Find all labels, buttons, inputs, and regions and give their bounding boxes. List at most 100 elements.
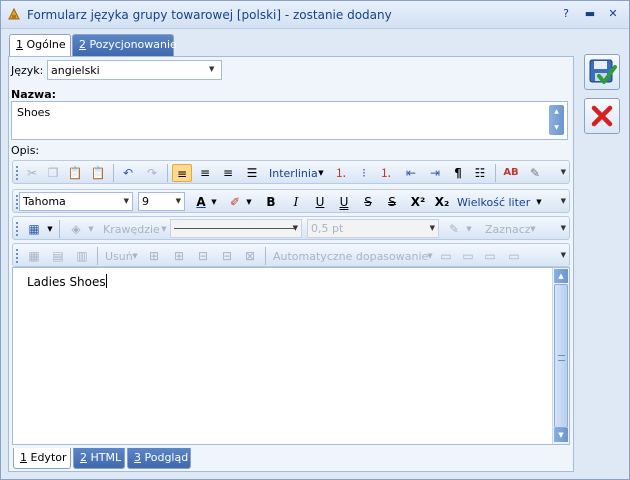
chevron-down-icon: ▼ [175, 197, 181, 205]
rich-text-editor[interactable]: Ladies Shoes ▲ ▼ [12, 267, 570, 445]
toolbar-grip[interactable] [16, 222, 19, 236]
scroll-thumb[interactable] [554, 284, 568, 428]
shading-icon[interactable]: ◈ [67, 220, 85, 238]
text-case-dropdown[interactable]: Wielkość liter [457, 196, 530, 209]
cell-properties-icon[interactable]: ▭ [506, 247, 522, 265]
scroll-up-icon[interactable]: ▲ [554, 269, 568, 283]
editor-scrollbar[interactable]: ▲ ▼ [552, 268, 569, 444]
italic-button[interactable]: I [288, 193, 304, 211]
autofit-dropdown[interactable]: Automatyczne dopasowanie [273, 250, 428, 263]
paragraph-settings-icon[interactable]: ☷ [471, 164, 489, 182]
chevron-down-icon[interactable]: ▼ [561, 224, 566, 232]
chevron-down-icon[interactable]: ▼ [245, 193, 253, 211]
font-size-select[interactable]: 9 ▼ [138, 192, 185, 211]
border-line-sample [174, 228, 294, 229]
increase-indent-icon[interactable]: ⇥ [426, 164, 444, 182]
cell-align-bottom-icon[interactable]: ▭ [482, 247, 498, 265]
help-button[interactable]: ? [557, 5, 575, 23]
select-dropdown[interactable]: Zaznacz [485, 223, 531, 236]
cell-align-top-icon[interactable]: ▭ [438, 247, 454, 265]
chevron-down-icon[interactable]: ▼ [46, 220, 54, 238]
chevron-down-icon: ▼ [209, 65, 215, 73]
tab-editor[interactable]: 1 Edytor [13, 448, 71, 469]
border-width-select[interactable]: 0,5 pt ▼ [307, 219, 439, 238]
chevron-down-icon[interactable]: ▼ [529, 220, 537, 238]
underline-button[interactable]: U [312, 193, 328, 211]
pen-color-icon[interactable]: ✎ [445, 220, 463, 238]
chevron-down-icon[interactable]: ▼ [317, 164, 325, 182]
align-center-icon[interactable]: ≡ [196, 164, 214, 182]
chevron-down-icon[interactable]: ▼ [160, 220, 168, 238]
double-strikethrough-button[interactable]: S [384, 193, 400, 211]
strikethrough-button[interactable]: S [360, 193, 376, 211]
spellcheck-icon[interactable]: AB [501, 164, 521, 182]
numbered-list-icon[interactable]: ⒈ [332, 164, 350, 182]
delete-dropdown[interactable]: Usuń [105, 250, 133, 263]
scroll-down-icon[interactable]: ▼ [554, 428, 568, 442]
line-spacing-dropdown[interactable]: Interlinia [269, 167, 318, 180]
tab-preview-label: Podgląd [141, 451, 189, 464]
undo-icon[interactable]: ↶ [119, 164, 137, 182]
bold-button[interactable]: B [263, 193, 279, 211]
decrease-indent-icon[interactable]: ⇤ [402, 164, 420, 182]
superscript-button[interactable]: X² [408, 193, 428, 211]
name-scrollbar[interactable]: ▲ ▼ [549, 105, 564, 135]
highlight-icon[interactable]: ✐ [226, 193, 244, 211]
multilevel-list-icon[interactable]: ⒈ [377, 164, 395, 182]
insert-row-below-icon[interactable]: ⊞ [170, 247, 188, 265]
toolbar-separator [97, 247, 98, 265]
tab-positioning[interactable]: 2 Pozycjonowanie [72, 34, 177, 56]
chevron-down-icon[interactable]: ▼ [561, 168, 566, 176]
insert-row-above-icon[interactable]: ⊞ [145, 247, 163, 265]
toolbar-grip[interactable] [16, 249, 19, 263]
chevron-down-icon[interactable]: ▼ [561, 197, 566, 205]
tab-general[interactable]: 1 Ogólne [9, 34, 71, 57]
cancel-button[interactable] [584, 98, 620, 134]
font-color-icon[interactable]: A [193, 193, 209, 211]
table-icon[interactable]: ▦ [25, 220, 43, 238]
eraser-icon[interactable]: ✎ [526, 164, 544, 182]
cut-icon[interactable]: ✂ [23, 164, 41, 182]
subscript-button[interactable]: X₂ [432, 193, 452, 211]
tab-positioning-key: 2 [79, 38, 86, 51]
chevron-down-icon[interactable]: ▼ [535, 193, 543, 211]
save-button[interactable] [584, 54, 620, 90]
font-family-select[interactable]: Tahoma ▼ [19, 192, 133, 211]
tab-html[interactable]: 2 HTML [73, 448, 125, 469]
redo-icon[interactable]: ↷ [143, 164, 161, 182]
window-title: Formularz języka grupy towarowej [polski… [27, 8, 392, 22]
language-select[interactable]: angielski ▼ [47, 60, 222, 80]
copy-icon[interactable]: ❐ [44, 164, 62, 182]
chevron-down-icon[interactable]: ▼ [561, 251, 566, 259]
pilcrow-icon[interactable]: ¶ [450, 164, 466, 182]
split-cells-icon[interactable]: ▥ [73, 247, 91, 265]
double-underline-button[interactable]: U [336, 193, 352, 211]
scroll-down-icon[interactable]: ▼ [552, 125, 561, 131]
scroll-up-icon[interactable]: ▲ [552, 109, 561, 115]
cell-split-icon[interactable]: ⊠ [241, 247, 259, 265]
font-family-value: Tahoma [23, 195, 66, 208]
border-style-select[interactable]: ▼ [170, 219, 302, 238]
insert-column-right-icon[interactable]: ⊟ [218, 247, 236, 265]
merge-cells-icon[interactable]: ▤ [49, 247, 67, 265]
toolbar-grip[interactable] [16, 166, 19, 180]
close-button[interactable]: ✕ [604, 5, 622, 23]
align-right-icon[interactable]: ≡ [219, 164, 237, 182]
chevron-down-icon[interactable]: ▼ [131, 247, 139, 265]
bulleted-list-icon[interactable]: ⁝ [355, 164, 373, 182]
insert-column-left-icon[interactable]: ⊟ [194, 247, 212, 265]
borders-dropdown[interactable]: Krawędzie [103, 223, 160, 236]
align-justify-icon[interactable]: ☰ [243, 164, 261, 182]
chevron-down-icon[interactable]: ▼ [210, 193, 218, 211]
insert-table-icon[interactable]: ▦ [25, 247, 43, 265]
paste-special-icon[interactable]: 📋 [89, 164, 107, 182]
align-left-icon[interactable]: ≡ [172, 164, 192, 182]
tab-preview[interactable]: 3 Podgląd [127, 448, 191, 469]
chevron-down-icon[interactable]: ▼ [426, 247, 434, 265]
chevron-down-icon[interactable]: ▼ [87, 220, 95, 238]
cell-align-middle-icon[interactable]: ▭ [460, 247, 476, 265]
minimize-button[interactable]: ▬ [581, 5, 599, 23]
chevron-down-icon[interactable]: ▼ [465, 220, 473, 238]
paste-icon[interactable]: 📋 [66, 164, 84, 182]
name-input[interactable]: Shoes ▲ ▼ [11, 101, 568, 140]
